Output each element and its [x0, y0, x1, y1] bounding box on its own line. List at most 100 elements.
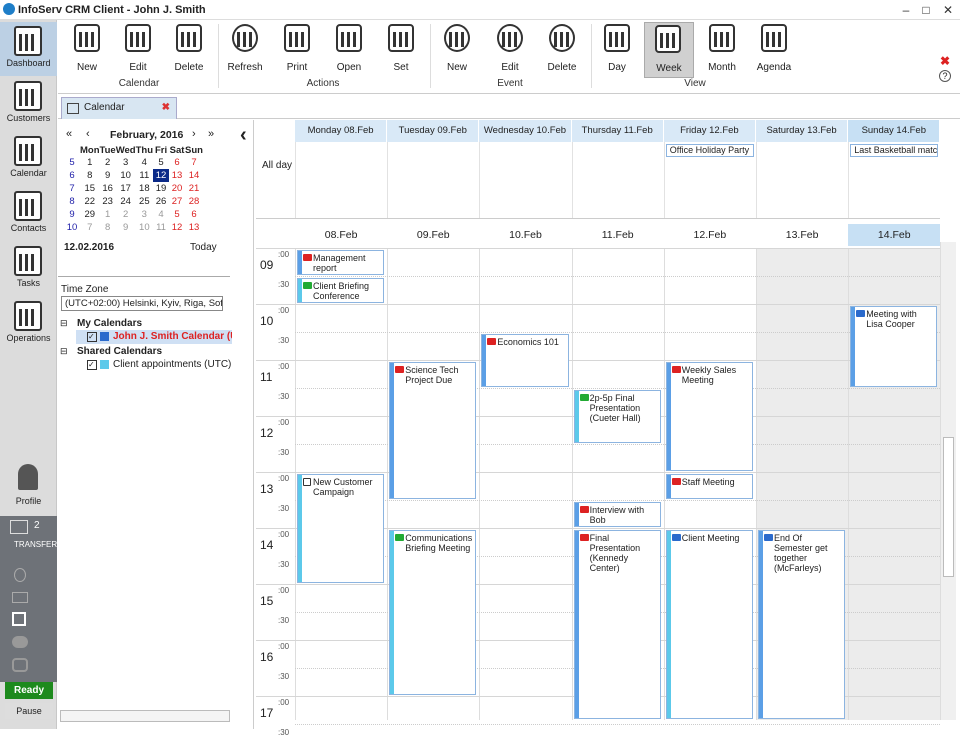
- day-header[interactable]: Tuesday 09.Feb: [387, 120, 480, 142]
- comment-icon[interactable]: [12, 636, 28, 648]
- calendar-event[interactable]: Final Presentation (Kennedy Center): [573, 530, 661, 719]
- print-icon: [284, 24, 310, 52]
- mail-icon[interactable]: [12, 592, 28, 603]
- calendar-event[interactable]: Weekly Sales Meeting: [665, 362, 753, 471]
- next-month-icon[interactable]: ›: [192, 128, 196, 140]
- nav-profile-label: Profile: [15, 496, 42, 506]
- next-year-icon[interactable]: »: [208, 128, 214, 140]
- calendar-event[interactable]: End Of Semester get together (McFarleys): [758, 530, 846, 719]
- selected-day[interactable]: 12: [153, 169, 170, 182]
- day-header[interactable]: Saturday 13.Feb: [756, 120, 849, 142]
- pause-button[interactable]: Pause: [5, 703, 53, 719]
- today-button[interactable]: Today: [190, 242, 217, 253]
- day-header[interactable]: Wednesday 10.Feb: [479, 120, 572, 142]
- my-calendar-label: John J. Smith Calendar (UTC-: [113, 331, 232, 342]
- shared-calendar-checkbox[interactable]: ✓: [87, 360, 97, 370]
- calendar-event[interactable]: New Customer Campaign: [297, 474, 385, 583]
- calendar-event[interactable]: Interview with Bob: [573, 502, 661, 527]
- minute-label: :30: [278, 336, 290, 345]
- nav-dashboard[interactable]: Dashboard: [0, 22, 57, 76]
- collapse-panel-icon[interactable]: ‹: [240, 124, 247, 147]
- day-column-header[interactable]: 09.Feb: [387, 224, 479, 246]
- calendar-event[interactable]: Science Tech Project Due: [389, 362, 477, 499]
- prev-year-icon[interactable]: «: [66, 128, 78, 140]
- nav-contacts[interactable]: Contacts: [0, 187, 57, 241]
- title-bar: InfoServ CRM Client - John J. Smith – □ …: [0, 0, 960, 20]
- open-button[interactable]: Open: [326, 22, 372, 78]
- view-day-button[interactable]: Day: [594, 22, 640, 78]
- prev-month-icon[interactable]: ‹: [86, 128, 90, 140]
- close-icon[interactable]: ✕: [940, 2, 956, 18]
- event-edit-button[interactable]: Edit: [487, 22, 533, 78]
- calendar-event[interactable]: Client Briefing Conference: [297, 278, 385, 303]
- day-column[interactable]: [479, 248, 572, 720]
- day-column-header[interactable]: 08.Feb: [295, 224, 387, 246]
- mini-calendar-month: February, 2016: [110, 129, 184, 141]
- hour-label: 09: [260, 258, 274, 272]
- pin-icon[interactable]: [14, 568, 26, 582]
- calendar-delete-button[interactable]: Delete: [166, 22, 212, 78]
- calendar-event[interactable]: Staff Meeting: [665, 474, 753, 499]
- minute-label: :30: [278, 280, 290, 289]
- minute-label: :00: [278, 642, 290, 651]
- refresh-button[interactable]: Refresh: [222, 22, 268, 78]
- grid-vscrollbar[interactable]: [940, 242, 956, 720]
- nav-operations[interactable]: Operations: [0, 297, 57, 351]
- allday-event[interactable]: Office Holiday Party: [665, 144, 754, 157]
- time-zone-select[interactable]: (UTC+02:00) Helsinki, Kyiv, Riga, Sofi: [61, 296, 223, 311]
- day-column-header[interactable]: 10.Feb: [479, 224, 571, 246]
- scroll-thumb[interactable]: [943, 437, 954, 577]
- transfer-count: 2: [34, 520, 40, 531]
- calendar-event[interactable]: Communications Briefing Meeting: [389, 530, 477, 695]
- calendar-event[interactable]: Meeting with Lisa Cooper: [850, 306, 938, 387]
- nav-tasks[interactable]: Tasks: [0, 242, 57, 296]
- calendar-edit-label: Edit: [129, 62, 147, 73]
- calendar-event[interactable]: Economics 101: [481, 334, 569, 387]
- day-column-header[interactable]: 14.Feb: [848, 224, 941, 246]
- day-column-header[interactable]: 12.Feb: [664, 224, 756, 246]
- event-edit-icon: [497, 24, 523, 52]
- day-column-header[interactable]: 11.Feb: [572, 224, 664, 246]
- minimize-icon[interactable]: –: [898, 2, 914, 18]
- calendar-event[interactable]: 2p-5p Final Presentation (Cueter Hall): [573, 390, 661, 443]
- calendar-new-button[interactable]: New: [64, 22, 110, 78]
- my-calendar-checkbox[interactable]: ✓: [87, 332, 97, 342]
- panel-hscrollbar[interactable]: [60, 710, 230, 722]
- tab-calendar[interactable]: Calendar ✖: [61, 97, 177, 119]
- calendar-edit-button[interactable]: Edit: [115, 22, 161, 78]
- tasks-check-icon[interactable]: [12, 612, 26, 626]
- view-week-button[interactable]: Week: [644, 22, 694, 78]
- my-calendars-toggle[interactable]: ⊟: [60, 318, 68, 329]
- calendar-event[interactable]: Client Meeting: [665, 530, 753, 719]
- phone-icon[interactable]: [12, 658, 28, 672]
- nav-profile[interactable]: Profile: [0, 460, 57, 514]
- close-ribbon-icon[interactable]: ✖: [940, 54, 950, 68]
- maximize-icon[interactable]: □: [918, 2, 934, 18]
- allday-event[interactable]: Last Basketball match: [850, 144, 939, 157]
- calendar-edit-icon: [125, 24, 151, 52]
- day-divider: [663, 142, 665, 218]
- day-header[interactable]: Sunday 14.Feb: [848, 120, 941, 142]
- tab-close-icon[interactable]: ✖: [162, 98, 170, 118]
- view-month-button[interactable]: Month: [699, 22, 745, 78]
- print-button[interactable]: Print: [274, 22, 320, 78]
- nav-customers[interactable]: Customers: [0, 77, 57, 131]
- shared-calendar-item[interactable]: ✓ Client appointments (UTC) Du: [76, 358, 232, 372]
- day-header[interactable]: Thursday 11.Feb: [571, 120, 664, 142]
- set-button[interactable]: Set: [378, 22, 424, 78]
- hour-label: 15: [260, 594, 274, 608]
- view-week-label: Week: [656, 63, 682, 74]
- day-header[interactable]: Monday 08.Feb: [295, 120, 388, 142]
- event-new-button[interactable]: New: [434, 22, 480, 78]
- nav-calendar[interactable]: Calendar: [0, 132, 57, 186]
- day-column-header[interactable]: 13.Feb: [756, 224, 848, 246]
- transfer-button[interactable]: TRANSFER: [14, 540, 57, 549]
- chat-icon[interactable]: [10, 520, 28, 534]
- day-header[interactable]: Friday 12.Feb: [663, 120, 756, 142]
- calendar-event[interactable]: Management report: [297, 250, 385, 275]
- help-icon[interactable]: ?: [939, 70, 951, 82]
- event-delete-button[interactable]: Delete: [539, 22, 585, 78]
- view-agenda-button[interactable]: Agenda: [751, 22, 797, 78]
- my-calendar-item[interactable]: ✓ John J. Smith Calendar (UTC-: [76, 330, 232, 344]
- shared-calendars-toggle[interactable]: ⊟: [60, 346, 68, 357]
